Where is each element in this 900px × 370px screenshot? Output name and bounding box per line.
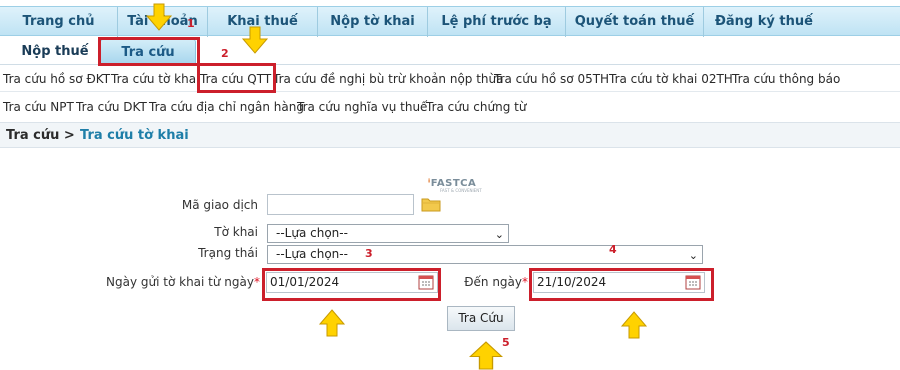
trang-thai-select[interactable]: --Lựa chọn-- ⌄ [267,245,703,264]
highlight-box-from-date [262,268,441,301]
breadcrumb: Tra cứu > Tra cứu tờ khai [0,122,900,148]
folder-icon[interactable] [421,196,441,212]
breadcrumb-current: Tra cứu tờ khai [80,128,189,143]
link-tra-cuu-ho-so-dkt[interactable]: Tra cứu hồ sơ ĐKT [3,66,110,92]
required-mark: * [254,275,260,289]
link-tra-cuu-to-khai-02th[interactable]: Tra cứu tờ khai 02TH [609,66,733,92]
required-mark: * [522,275,528,289]
arrow-up-icon [469,341,503,370]
breadcrumb-root[interactable]: Tra cứu > [6,123,75,149]
nav-nop-to-khai[interactable]: Nộp tờ khai [318,7,428,37]
highlight-box-to-date [529,268,714,301]
arrow-down-icon [241,26,269,54]
step-number: 1 [187,17,195,30]
link-tra-cuu-to-khai[interactable]: Tra cứu tờ khai [111,66,199,92]
step-number: 5 [502,336,510,349]
ma-giao-dich-input[interactable] [267,194,414,215]
nav-dang-ky-thue[interactable]: Đăng ký thuế [704,7,824,37]
arrow-up-icon [620,311,648,339]
fastca-logo-tagline: FAST & CONVENIENT [440,188,482,193]
tu-ngay-label: Ngày gửi tờ khai từ ngày* [106,275,260,289]
ma-giao-dich-label: Mã giao dịch [181,198,258,212]
to-khai-select[interactable]: --Lựa chọn-- ⌄ [267,224,509,243]
step-number: 2 [221,47,229,60]
chevron-down-icon: ⌄ [688,249,698,262]
den-ngay-label: Đến ngày* [464,275,528,289]
to-khai-label: Tờ khai [214,225,258,239]
link-tra-cuu-dkt[interactable]: Tra cứu DKT [76,94,147,120]
nav-trang-chu[interactable]: Trang chủ [0,7,118,37]
link-tra-cuu-ho-so-05th[interactable]: Tra cứu hồ sơ 05TH [494,66,609,92]
nav-quyet-toan-thue[interactable]: Quyết toán thuế [566,7,704,37]
link-tra-cuu-thong-bao[interactable]: Tra cứu thông báo [732,66,840,92]
step-number: 3 [365,247,373,260]
trang-thai-label: Trạng thái [198,246,258,260]
top-navigation: Trang chủ Tài khoản Khai thuế Nộp tờ kha… [0,6,900,37]
link-tra-cuu-nghia-vu-thue[interactable]: Tra cứu nghĩa vụ thuế [297,94,427,120]
link-tra-cuu-bu-tru[interactable]: Tra cứu đề nghị bù trừ khoản nộp thừa [273,66,504,92]
to-khai-selected: --Lựa chọn-- [276,226,348,240]
tab-nop-thue[interactable]: Nộp thuế [20,39,90,64]
arrow-up-icon [318,309,346,337]
lookup-links-row-2: Tra cứu NPT Tra cứu DKT Tra cứu địa chỉ … [0,94,900,120]
chevron-down-icon: ⌄ [494,228,504,241]
highlight-box-link [197,63,276,93]
step-number: 4 [609,243,617,256]
arrow-down-icon [146,3,172,31]
link-tra-cuu-chung-tu[interactable]: Tra cứu chứng từ [426,94,526,120]
highlight-box-tab [98,37,200,66]
link-tra-cuu-dia-chi-ngan-hang[interactable]: Tra cứu địa chỉ ngân hàng [149,94,304,120]
lookup-links-row-1: Tra cứu hồ sơ ĐKT Tra cứu tờ khai Tra cứ… [0,66,900,92]
nav-le-phi-truoc-ba[interactable]: Lệ phí trước bạ [428,7,566,37]
tra-cuu-button[interactable]: Tra Cứu [447,306,515,331]
trang-thai-selected: --Lựa chọn-- [276,247,348,261]
link-tra-cuu-npt[interactable]: Tra cứu NPT [3,94,74,120]
